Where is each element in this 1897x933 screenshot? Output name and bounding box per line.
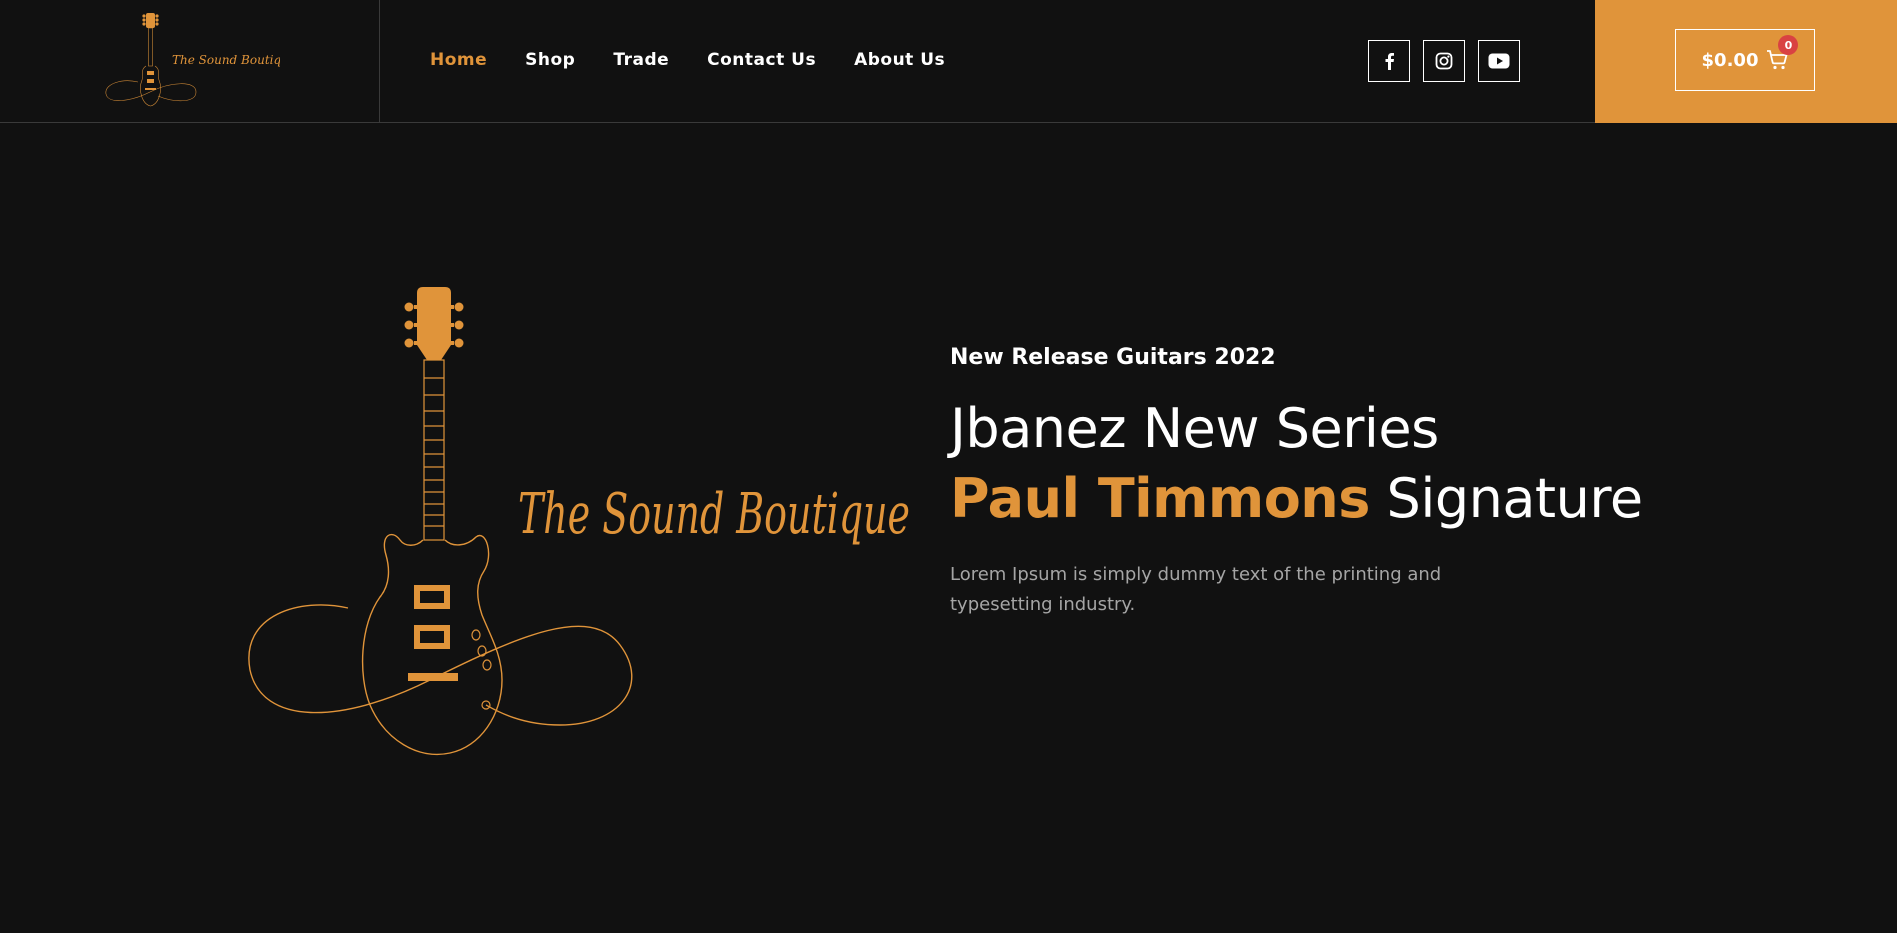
hero-eyebrow: New Release Guitars 2022 <box>950 345 1276 370</box>
main-nav: Home Shop Trade Contact Us About Us <box>430 0 983 120</box>
hero-headline: Jbanez New Series Paul Timmons Signature <box>950 394 1710 534</box>
logo-cell: The Sound Boutique <box>0 0 380 123</box>
hero-headline-rest: Signature <box>1369 467 1644 530</box>
hero-headline-accent: Paul Timmons <box>950 467 1370 530</box>
guitar-bridge <box>408 673 458 681</box>
svg-text:The Sound Boutique: The Sound Boutique <box>172 53 280 67</box>
social-links <box>1368 40 1520 82</box>
cart-total: $0.00 <box>1701 49 1759 71</box>
guitar-pickups <box>414 585 450 649</box>
hero-lead: Lorem Ipsum is simply dummy text of the … <box>950 564 1442 615</box>
guitar-neck <box>423 359 445 541</box>
guitar-headstock <box>404 287 464 360</box>
cart-icon-wrap: 0 <box>1766 35 1799 71</box>
cart-panel: $0.00 0 <box>1595 0 1897 123</box>
instagram-button[interactable] <box>1423 40 1465 82</box>
site-header: The Sound Boutique Home Shop Trade Conta… <box>0 0 1897 123</box>
guitar-knobs <box>471 629 492 710</box>
hero-text: New Release Guitars 2022 Jbanez New Seri… <box>950 345 1710 620</box>
nav-item-about-us[interactable]: About Us <box>854 50 945 70</box>
hero-logo: The Sound Boutique <box>248 287 910 755</box>
cart-count-badge: 0 <box>1778 35 1799 55</box>
site-logo[interactable]: The Sound Boutique <box>100 10 280 110</box>
youtube-button[interactable] <box>1478 40 1520 82</box>
hero-logo-text: The Sound Boutique <box>518 482 910 547</box>
nav-item-shop[interactable]: Shop <box>525 50 575 70</box>
nav-item-contact-us[interactable]: Contact Us <box>707 50 816 70</box>
hero-headline-line1: Jbanez New Series <box>950 397 1439 460</box>
nav-item-home[interactable]: Home <box>430 50 487 70</box>
youtube-icon <box>1488 53 1510 69</box>
facebook-button[interactable] <box>1368 40 1410 82</box>
instagram-icon <box>1435 52 1453 70</box>
guitar-cable <box>248 604 633 726</box>
cart-button[interactable]: $0.00 0 <box>1675 29 1815 91</box>
facebook-icon <box>1385 53 1394 70</box>
nav-item-trade[interactable]: Trade <box>613 50 669 70</box>
